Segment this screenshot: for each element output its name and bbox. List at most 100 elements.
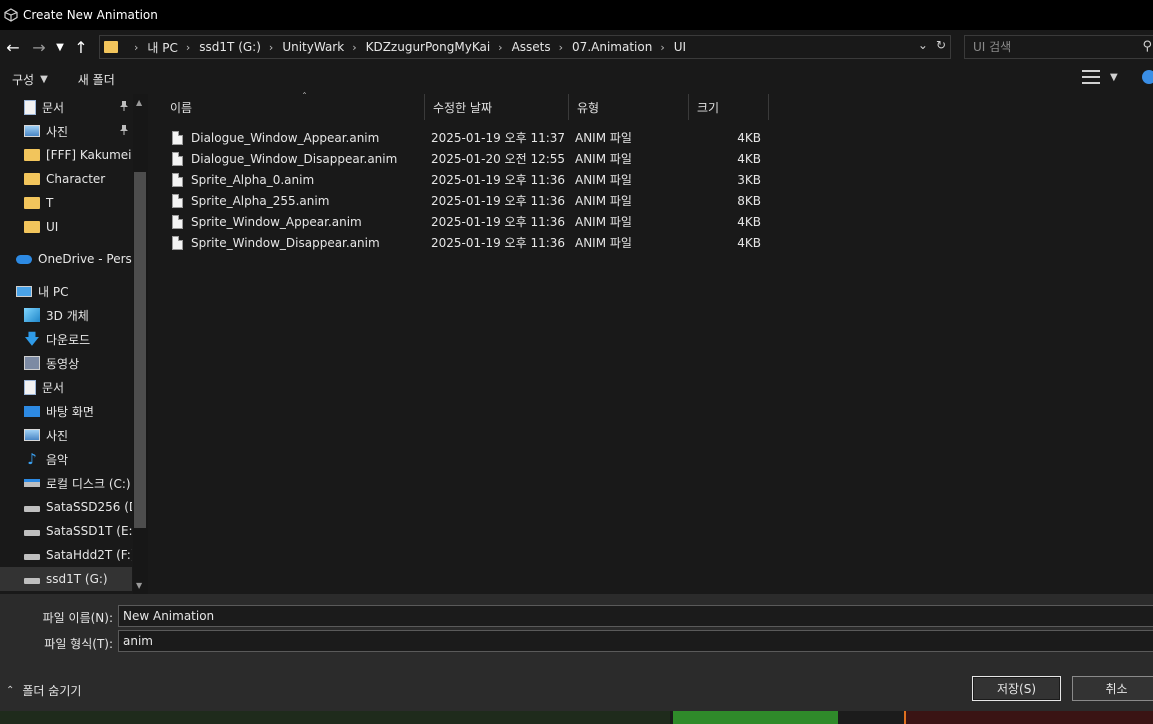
address-dropdown-chevron-icon[interactable]: ⌄	[918, 38, 928, 52]
file-type: ANIM 파일	[575, 215, 632, 229]
new-folder-button[interactable]: 새 폴더	[66, 71, 127, 88]
sidebar-item-label: Character	[46, 172, 106, 186]
view-options-icon[interactable]	[1082, 70, 1100, 84]
sidebar-item-drive-f[interactable]: SataHdd2T (F:)	[0, 543, 132, 567]
up-arrow-icon[interactable]: ↑	[68, 34, 94, 60]
file-size: 4KB	[737, 235, 761, 250]
file-row[interactable]: Sprite_Window_Disappear.anim 2025-01-19 …	[166, 232, 766, 253]
sidebar-item-documents[interactable]: 문서	[0, 375, 132, 399]
cancel-button[interactable]: 취소	[1072, 676, 1153, 701]
sidebar-item-label: 바탕 화면	[46, 404, 94, 419]
file-row[interactable]: Sprite_Alpha_0.anim 2025-01-19 오후 11:36 …	[166, 169, 766, 190]
breadcrumb-separator-icon: ›	[498, 40, 503, 54]
refresh-icon[interactable]: ↻	[936, 38, 946, 52]
sidebar-item-drive-d[interactable]: SataSSD256 (D:	[0, 495, 132, 519]
column-header-type[interactable]: 유형	[569, 94, 689, 120]
sidebar-item-pictures[interactable]: 사진	[0, 423, 132, 447]
sidebar-item-downloads[interactable]: 🡇 다운로드	[0, 327, 132, 351]
breadcrumb-item[interactable]: 07.Animation	[572, 40, 652, 54]
sidebar-item-drive-e[interactable]: SataSSD1T (E:)	[0, 519, 132, 543]
sidebar-item-character[interactable]: Character	[0, 167, 132, 191]
document-icon	[24, 99, 36, 115]
search-box[interactable]: ⚲	[964, 35, 1153, 59]
breadcrumb-item[interactable]: Assets	[512, 40, 551, 54]
sidebar-item-label: 다운로드	[46, 332, 91, 347]
pc-icon	[16, 285, 32, 297]
forward-arrow-icon[interactable]: →	[26, 34, 52, 60]
sidebar-item-music[interactable]: ♪ 음악	[0, 447, 132, 471]
column-header-modified[interactable]: 수정한 날짜	[425, 94, 569, 120]
command-toolbar: 구성 ▼ 새 폴더 ▼	[0, 64, 1153, 94]
folder-icon	[24, 149, 40, 161]
sidebar-item-label: 문서	[42, 380, 65, 395]
filetype-label: 파일 형식(T):	[44, 637, 113, 651]
sidebar-item-drive-g[interactable]: ssd1T (G:)	[0, 567, 132, 591]
column-header-row: 이름 ˆ 수정한 날짜 유형 크기	[150, 92, 770, 120]
sidebar-item-label: [FFF] Kakumeiki	[46, 148, 132, 162]
organize-button[interactable]: 구성 ▼	[0, 71, 60, 88]
folder-icon	[24, 197, 40, 209]
file-row[interactable]: Sprite_Window_Appear.anim 2025-01-19 오후 …	[166, 211, 766, 232]
breadcrumb-separator-icon: ›	[558, 40, 564, 54]
breadcrumb-separator-icon: ›	[268, 40, 274, 54]
drive-icon	[24, 530, 40, 536]
chevron-up-icon: ⌃	[6, 685, 15, 696]
breadcrumb-item[interactable]: ssd1T (G:)	[199, 40, 261, 54]
navigation-scrollbar[interactable]: ▲ ▼	[133, 94, 148, 594]
breadcrumb-separator-icon: ›	[134, 40, 139, 54]
breadcrumb-item[interactable]: KDZzugurPongMyKai	[366, 40, 491, 54]
address-row: ← → ▼ ↑ › 내 PC › ssd1T (G:) › UnityWark …	[0, 30, 1153, 64]
sidebar-item-fff-kakumeiki[interactable]: [FFF] Kakumeiki	[0, 143, 132, 167]
sidebar-item-label: UI	[46, 220, 59, 234]
scroll-up-icon[interactable]: ▲	[136, 98, 142, 107]
sidebar-item-desktop[interactable]: 바탕 화면	[0, 399, 132, 423]
file-row[interactable]: Dialogue_Window_Disappear.anim 2025-01-2…	[166, 148, 766, 169]
sidebar-item-pictures-pinned[interactable]: 사진	[0, 119, 132, 143]
scroll-down-icon[interactable]: ▼	[136, 581, 142, 590]
file-modified: 2025-01-19 오후 11:36	[431, 173, 566, 187]
sidebar-item-3d-objects[interactable]: 3D 개체	[0, 303, 132, 327]
breadcrumb-item[interactable]: UnityWark	[282, 40, 344, 54]
scrollbar-thumb[interactable]	[134, 172, 146, 528]
file-list: 이름 ˆ 수정한 날짜 유형 크기 Dialogue_Window_Appear…	[150, 92, 1153, 594]
sidebar-item-ui[interactable]: UI	[0, 215, 132, 239]
file-type: ANIM 파일	[575, 194, 632, 208]
file-row[interactable]: Sprite_Alpha_255.anim 2025-01-19 오후 11:3…	[166, 190, 766, 211]
breadcrumb-separator-icon: ›	[660, 40, 665, 54]
sidebar-item-this-pc[interactable]: 내 PC	[0, 279, 132, 303]
recent-locations-chevron-icon[interactable]: ▼	[52, 34, 68, 60]
back-arrow-icon[interactable]: ←	[0, 34, 26, 60]
breadcrumb-item[interactable]: 내 PC	[147, 39, 177, 56]
sidebar-item-drive-c[interactable]: 로컬 디스크 (C:)	[0, 471, 132, 495]
view-dropdown-caret-icon[interactable]: ▼	[1110, 72, 1118, 83]
file-icon	[172, 193, 183, 208]
filename-input[interactable]	[118, 605, 1153, 627]
column-header-label: 크기	[697, 100, 720, 115]
drive-icon	[24, 554, 40, 560]
column-header-name[interactable]: 이름 ˆ	[162, 92, 425, 120]
sidebar-item-documents-pinned[interactable]: 문서	[0, 95, 132, 119]
column-header-size[interactable]: 크기	[689, 94, 769, 120]
sort-ascending-icon: ˆ	[302, 92, 307, 103]
drive-icon	[24, 578, 40, 584]
filetype-select[interactable]: anim	[118, 630, 1153, 652]
help-icon[interactable]	[1141, 70, 1153, 84]
file-name: Sprite_Window_Disappear.anim	[191, 235, 380, 250]
folder-icon	[104, 41, 118, 53]
save-button[interactable]: 저장(S)	[972, 676, 1061, 701]
music-icon: ♪	[27, 450, 37, 468]
breadcrumb-separator-icon: ›	[352, 40, 357, 54]
3d-objects-icon	[24, 308, 40, 322]
sidebar-item-t[interactable]: T	[0, 191, 132, 215]
search-icon[interactable]: ⚲	[1142, 39, 1152, 54]
sidebar-item-videos[interactable]: 동영상	[0, 351, 132, 375]
hide-folders-toggle[interactable]: ⌃ 폴더 숨기기	[6, 682, 81, 699]
file-row[interactable]: Dialogue_Window_Appear.anim 2025-01-19 오…	[166, 127, 766, 148]
sidebar-item-label: SataSSD256 (D:	[46, 500, 132, 514]
sidebar-item-onedrive[interactable]: OneDrive - Persor	[0, 247, 132, 271]
search-input[interactable]	[973, 40, 1138, 54]
breadcrumb-item[interactable]: UI	[674, 40, 686, 54]
hide-folders-label: 폴더 숨기기	[22, 684, 82, 698]
unity-app-icon	[4, 8, 18, 22]
address-bar[interactable]: › 내 PC › ssd1T (G:) › UnityWark › KDZzug…	[99, 35, 951, 59]
